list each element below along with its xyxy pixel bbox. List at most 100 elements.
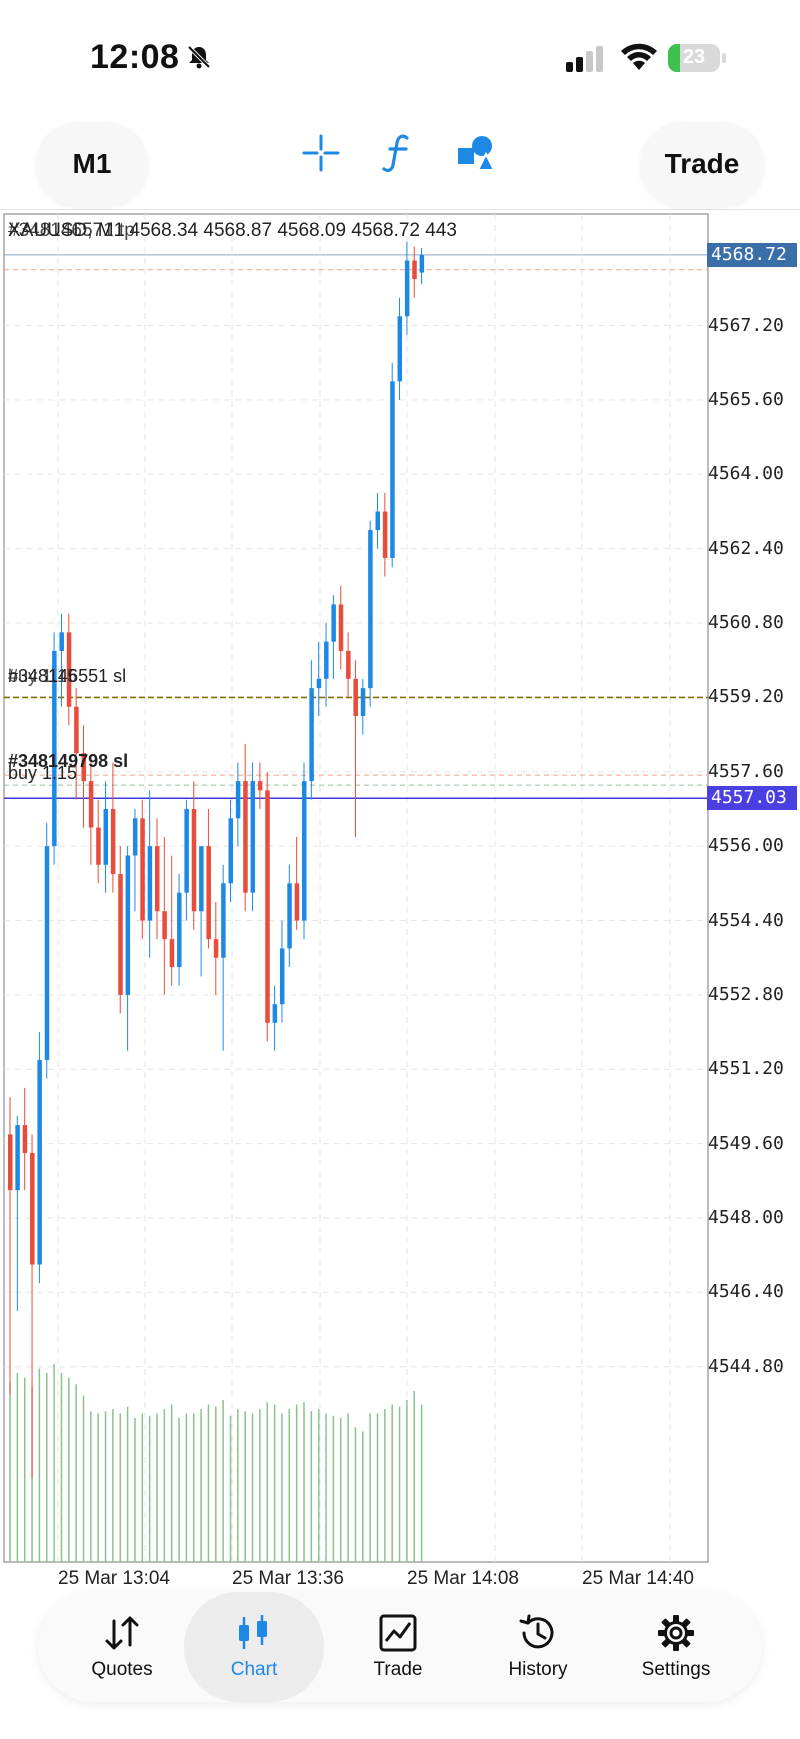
candle-body: [147, 846, 153, 921]
nav-history[interactable]: History: [468, 1592, 608, 1702]
candle-body: [125, 855, 131, 995]
nav-quotes[interactable]: Quotes: [52, 1592, 192, 1702]
candle-body: [59, 632, 64, 651]
candle-body: [74, 706, 79, 754]
candle-body: [169, 939, 175, 968]
candle-body: [155, 846, 160, 912]
objects-icon[interactable]: [456, 134, 496, 172]
candle-body: [30, 1152, 35, 1265]
candle-body: [419, 254, 425, 273]
nav-chart[interactable]: Chart: [184, 1592, 324, 1702]
candle-body: [265, 790, 270, 1023]
trade-icon: [379, 1614, 417, 1652]
candle-body: [338, 604, 344, 651]
price-axis-label: 4562.40: [708, 537, 784, 559]
candle-body: [235, 781, 241, 819]
candle-body: [162, 911, 167, 940]
candle-body: [390, 381, 395, 558]
candle-body: [96, 827, 101, 865]
quotes-icon: [105, 1616, 139, 1650]
candle-body: [309, 688, 314, 782]
candle-body: [184, 808, 189, 893]
time-axis-label: 25 Mar 14:40: [582, 1568, 694, 1589]
candle-body: [316, 678, 322, 689]
trade-button[interactable]: Trade: [640, 122, 764, 206]
crosshair-icon[interactable]: [302, 134, 340, 172]
price-axis-label: 4544.80: [708, 1355, 784, 1377]
price-axis-label: 4560.80: [708, 612, 784, 634]
chart-icon: [239, 1615, 267, 1649]
chart-canvas[interactable]: [0, 210, 800, 1590]
candle-body: [353, 678, 358, 717]
timeframe-button[interactable]: M1: [36, 122, 148, 206]
candle-body: [287, 883, 292, 949]
signal-icon: [566, 46, 603, 72]
candle-body: [103, 808, 109, 865]
candle-body: [412, 260, 417, 280]
price-axis-label: 4556.00: [708, 835, 784, 857]
candle-body: [206, 846, 211, 940]
nav-trade[interactable]: Trade: [328, 1592, 468, 1702]
candle-body: [221, 883, 226, 958]
price-axis-label: 4546.40: [708, 1281, 784, 1303]
bottom-navigation: Quotes Chart Trade History Settings: [38, 1592, 762, 1702]
candle-body: [404, 260, 410, 317]
price-axis-label: 4565.60: [708, 388, 784, 410]
candle-body: [177, 892, 182, 968]
candle-body: [294, 883, 300, 921]
nav-quotes-label: Quotes: [91, 1659, 153, 1680]
candle-body: [368, 530, 373, 689]
candle-body: [140, 818, 145, 921]
candle-body: [110, 808, 116, 875]
time-axis-label: 25 Mar 13:36: [232, 1568, 344, 1589]
nav-trade-label: Trade: [373, 1659, 423, 1680]
bell-muted-icon: [187, 45, 211, 69]
price-axis-label: 4557.60: [708, 760, 784, 782]
time-axis-label: 25 Mar 14:08: [407, 1568, 519, 1589]
price-axis-label: 4559.20: [708, 686, 784, 708]
nav-history-label: History: [508, 1659, 568, 1680]
sl-order-sub-1: buy 1.15: [8, 666, 78, 686]
price-axis-label: 4564.00: [708, 463, 784, 485]
nav-settings-label: Settings: [641, 1659, 711, 1680]
plot-border: [3, 213, 709, 1563]
price-axis-label: 4552.80: [708, 983, 784, 1005]
candle-body: [15, 1125, 20, 1191]
candle-body: [346, 650, 351, 679]
history-icon: [519, 1614, 554, 1649]
candle-body: [243, 781, 248, 893]
nav-chart-label: Chart: [230, 1659, 278, 1680]
settings-icon: [658, 1615, 694, 1651]
candle-body: [257, 781, 263, 791]
candle-body: [250, 781, 256, 893]
candle-body: [118, 874, 123, 995]
status-bar: 12:08 23: [0, 0, 800, 110]
candle-body: [397, 316, 403, 382]
candle-body: [279, 948, 285, 1005]
candle-body: [360, 688, 366, 717]
price-axis-label: 4567.20: [708, 314, 784, 336]
line-price-badge: 4557.03: [707, 786, 797, 811]
battery-icon: 23: [668, 44, 726, 72]
candle-body: [331, 604, 336, 642]
wifi-icon: [621, 43, 657, 70]
candle-body: [22, 1125, 28, 1153]
tp-order-label: #348146571 tp: [8, 220, 135, 241]
price-axis-label: 4554.40: [708, 909, 784, 931]
price-axis-label: 4549.60: [708, 1132, 784, 1154]
nav-settings[interactable]: Settings: [606, 1592, 746, 1702]
candle-body: [199, 846, 204, 912]
current-price-badge: 4568.72: [707, 242, 797, 267]
battery-level: 23: [682, 46, 706, 68]
price-axis-label: 4551.20: [708, 1058, 784, 1080]
price-chart[interactable]: XAUUSD, M1 4568.34 4568.87 4568.09 4568.…: [0, 210, 800, 1590]
candle-body: [272, 1004, 278, 1023]
time-axis-label: 25 Mar 13:04: [58, 1568, 170, 1589]
sl-order-sub-2: buy 1.15: [8, 763, 78, 783]
candle-body: [375, 511, 380, 531]
function-icon[interactable]: [380, 132, 416, 174]
candle-body: [324, 641, 329, 679]
candle-body: [302, 781, 307, 921]
candle-body: [228, 818, 233, 884]
candle-body: [37, 1059, 42, 1265]
